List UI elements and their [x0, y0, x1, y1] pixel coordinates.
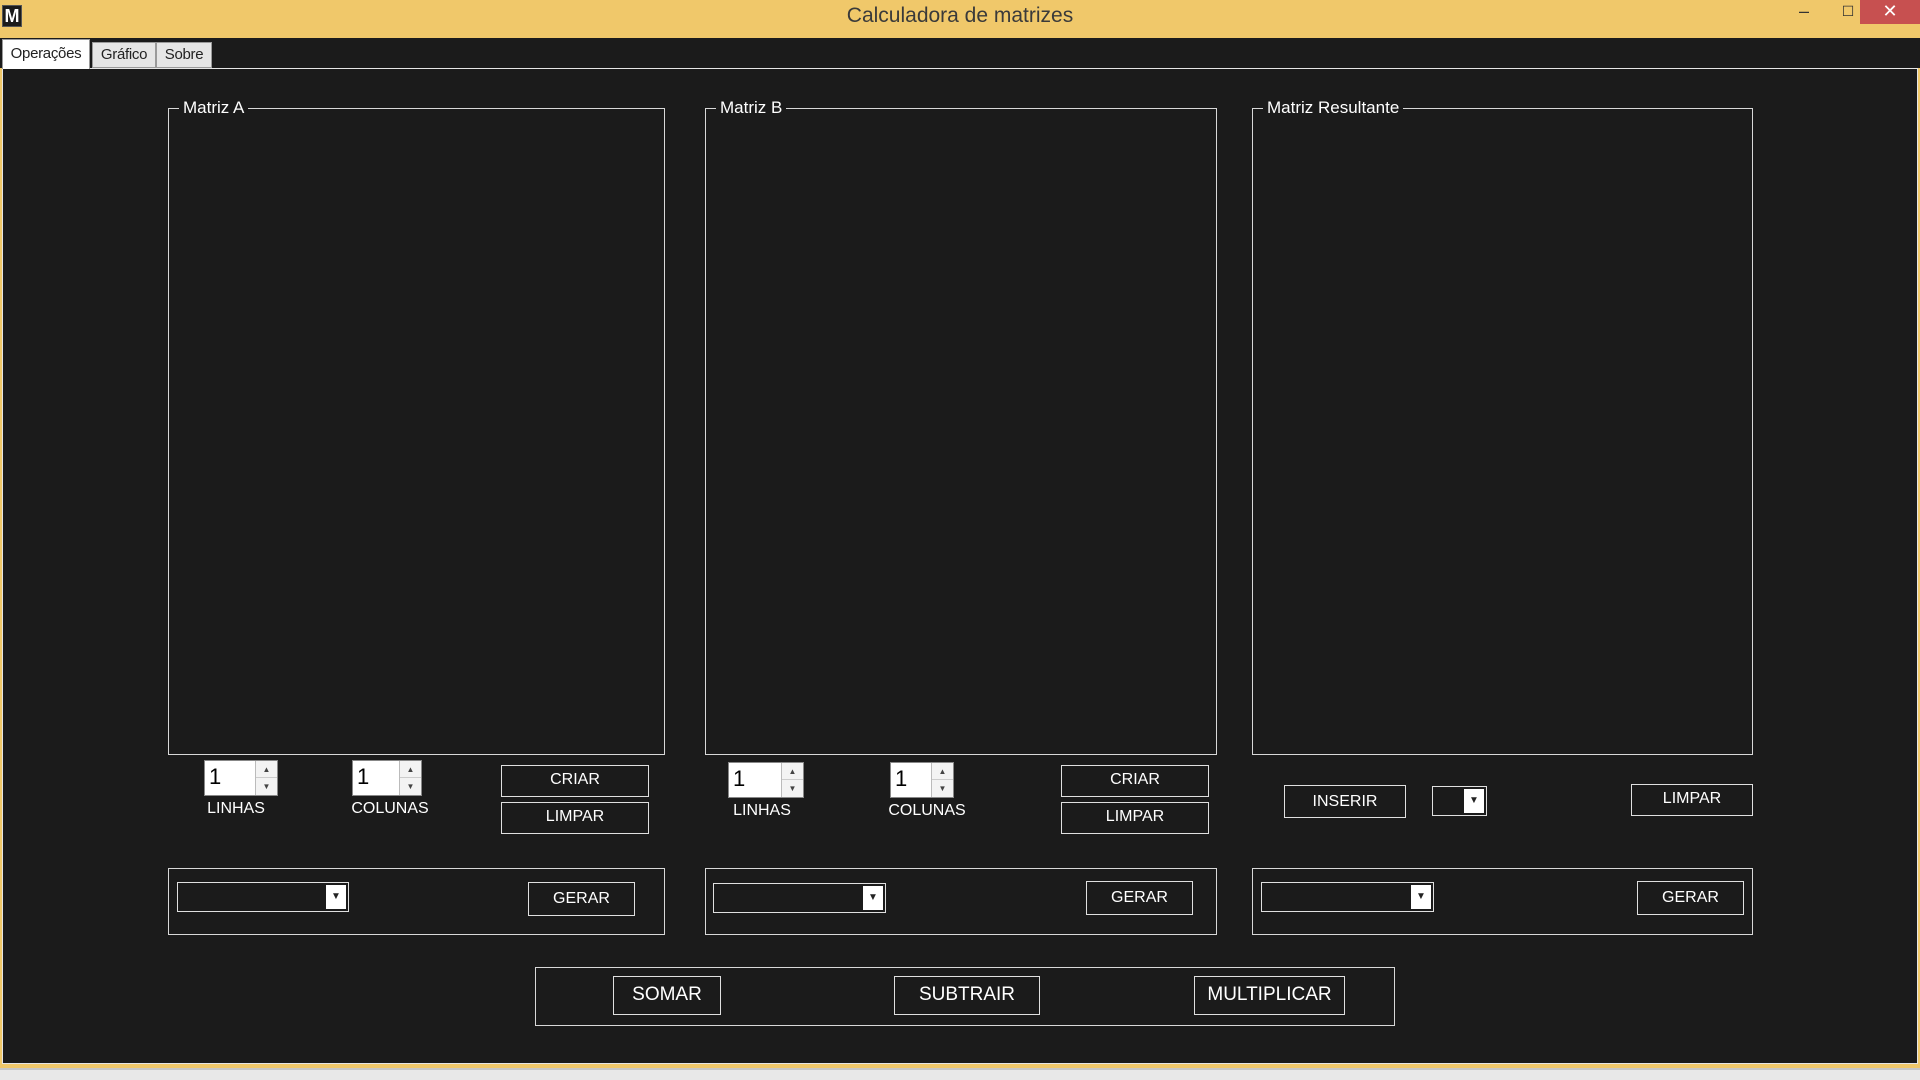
matrix-a-generate-button[interactable]: GERAR	[528, 882, 635, 916]
spin-down-icon[interactable]: ▼	[782, 780, 803, 797]
spin-down-icon[interactable]: ▼	[256, 778, 277, 795]
matrix-b-rows-label: LINHAS	[733, 802, 791, 819]
status-strip	[0, 1068, 1920, 1080]
matrix-b-rows-stepper[interactable]: 1 ▲ ▼	[728, 762, 804, 798]
matrix-a-generate-combo[interactable]: ▼	[177, 882, 349, 912]
tab-strip	[0, 38, 1920, 68]
spin-up-icon[interactable]: ▲	[400, 761, 421, 778]
minimize-button[interactable]: ‒	[1782, 0, 1826, 24]
spin-up-icon[interactable]: ▲	[256, 761, 277, 778]
matrix-a-cols-stepper[interactable]: 1 ▲ ▼	[352, 760, 422, 796]
matrix-b-title: Matriz B	[716, 97, 787, 119]
matrix-b-generate-combo[interactable]: ▼	[713, 883, 886, 913]
spin-up-icon[interactable]: ▲	[782, 763, 803, 780]
chevron-down-icon[interactable]: ▼	[863, 886, 883, 910]
tab-sobre[interactable]: Sobre	[156, 42, 212, 68]
tab-grafico[interactable]: Gráfico	[92, 42, 156, 68]
matrix-a-clear-button[interactable]: LIMPAR	[501, 802, 649, 834]
subtract-button[interactable]: SUBTRAIR	[894, 976, 1040, 1015]
spin-down-icon[interactable]: ▼	[400, 778, 421, 795]
matrix-a-cols-label: COLUNAS	[351, 800, 429, 817]
matrix-result-clear-button[interactable]: LIMPAR	[1631, 784, 1753, 816]
matrix-b-cols-label: COLUNAS	[888, 802, 966, 819]
matrix-a-generate-combo-value	[180, 885, 322, 909]
matrix-a-create-button[interactable]: CRIAR	[501, 765, 649, 797]
matrix-b-generate-combo-value	[716, 886, 859, 910]
matrix-result-generate-combo-value	[1264, 885, 1407, 909]
matrix-a-cols-value[interactable]: 1	[357, 764, 369, 790]
matrix-result-group: Matriz Resultante	[1252, 97, 1753, 755]
rows-spinner: ▲ ▼	[781, 763, 803, 797]
matrix-a-group: Matriz A	[168, 97, 665, 755]
window-title: Calculadora de matrizes	[846, 4, 1074, 27]
chevron-down-icon[interactable]: ▼	[326, 885, 346, 909]
close-button[interactable]: ✕	[1860, 0, 1920, 24]
matrix-b-group: Matriz B	[705, 97, 1217, 755]
matrix-b-generate-button[interactable]: GERAR	[1086, 881, 1193, 915]
matrix-b-cols-value[interactable]: 1	[895, 766, 907, 792]
multiply-button[interactable]: MULTIPLICAR	[1194, 976, 1345, 1015]
matrix-result-insert-target-value	[1435, 789, 1460, 813]
matrix-b-create-button[interactable]: CRIAR	[1061, 765, 1209, 797]
matrix-result-title: Matriz Resultante	[1263, 97, 1404, 119]
matrix-a-rows-stepper[interactable]: 1 ▲ ▼	[204, 760, 278, 796]
matrix-b-cols-stepper[interactable]: 1 ▲ ▼	[890, 762, 954, 798]
matrix-a-rows-label: LINHAS	[207, 800, 265, 817]
matrix-a-rows-value[interactable]: 1	[209, 764, 221, 790]
chevron-down-icon[interactable]: ▼	[1411, 885, 1431, 909]
matrix-b-rows-value[interactable]: 1	[733, 766, 745, 792]
chevron-down-icon[interactable]: ▼	[1464, 789, 1484, 813]
matrix-result-generate-button[interactable]: GERAR	[1637, 881, 1744, 915]
matrix-a-title: Matriz A	[179, 97, 249, 119]
matrix-result-insert-button[interactable]: INSERIR	[1284, 785, 1406, 818]
add-button[interactable]: SOMAR	[613, 976, 721, 1015]
spin-down-icon[interactable]: ▼	[932, 780, 953, 797]
tab-operacoes[interactable]: Operações	[2, 39, 90, 69]
spin-up-icon[interactable]: ▲	[932, 763, 953, 780]
matrix-result-generate-combo[interactable]: ▼	[1261, 882, 1434, 912]
cols-spinner: ▲ ▼	[931, 763, 953, 797]
rows-spinner: ▲ ▼	[255, 761, 277, 795]
cols-spinner: ▲ ▼	[399, 761, 421, 795]
matrix-result-insert-target-combo[interactable]: ▼	[1432, 786, 1487, 816]
matrix-b-clear-button[interactable]: LIMPAR	[1061, 802, 1209, 834]
